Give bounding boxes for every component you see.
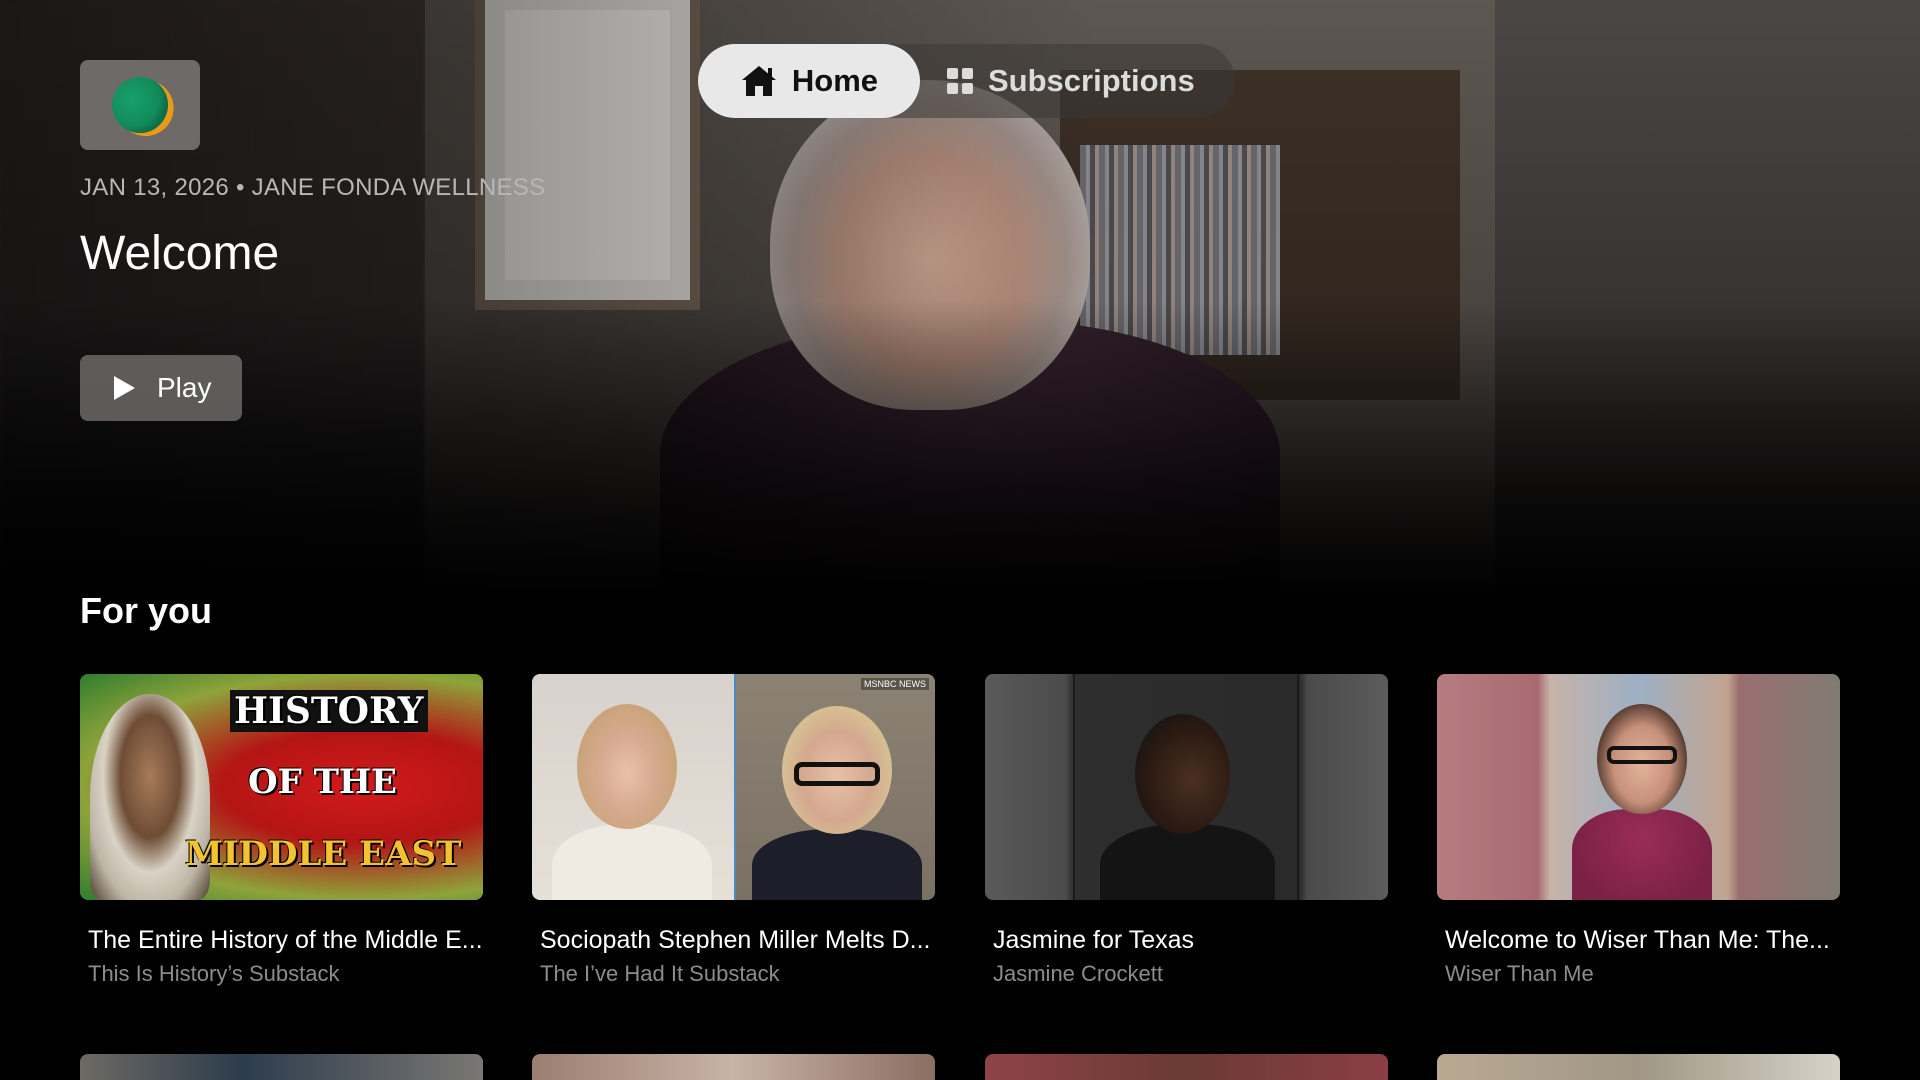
video-thumbnail-peek[interactable]	[1437, 1054, 1840, 1080]
tab-subscriptions-label: Subscriptions	[988, 63, 1195, 98]
video-thumbnail-peek[interactable]	[985, 1054, 1388, 1080]
video-channel: Wiser Than Me	[1445, 961, 1594, 986]
video-thumbnail	[985, 674, 1388, 900]
channel-logo[interactable]	[80, 60, 200, 150]
video-title: Sociopath Stephen Miller Melts D...	[540, 926, 931, 954]
thumbnail-text: MIDDLE EAST	[185, 834, 462, 874]
play-icon	[114, 376, 135, 400]
thumbnail-text: HISTORY	[230, 690, 428, 732]
video-thumbnail: MSNBC NEWS	[532, 674, 935, 900]
video-title: Welcome to Wiser Than Me: The...	[1445, 926, 1830, 954]
hero-meta: JAN 13, 2026 • JANE FONDA WELLNESS	[80, 174, 546, 201]
thumbnail-network-tag: MSNBC NEWS	[860, 678, 929, 690]
home-icon	[740, 64, 778, 98]
play-button[interactable]: Play	[80, 355, 242, 421]
video-channel: This Is History’s Substack	[88, 961, 340, 986]
video-thumbnail	[1437, 674, 1840, 900]
tab-subscriptions[interactable]: Subscriptions	[920, 44, 1235, 118]
video-title: The Entire History of the Middle E...	[88, 926, 483, 954]
tab-home-label: Home	[791, 63, 879, 98]
top-nav: Home Subscriptions	[698, 44, 1235, 118]
thumbnail-text: OF THE	[248, 762, 397, 802]
tab-home[interactable]: Home	[698, 44, 920, 118]
video-card[interactable]: Jasmine for Texas Jasmine Crockett	[985, 674, 1388, 987]
video-thumbnail: HISTORY OF THE MIDDLE EAST	[80, 674, 483, 900]
video-thumbnail-peek[interactable]	[80, 1054, 483, 1080]
thumbnail-person	[577, 704, 677, 829]
hero-shade-bottom	[0, 300, 1920, 600]
video-card[interactable]: MSNBC NEWS Sociopath Stephen Miller Melt…	[532, 674, 935, 987]
video-channel: Jasmine Crockett	[993, 961, 1163, 986]
video-card[interactable]: HISTORY OF THE MIDDLE EAST The Entire Hi…	[80, 674, 483, 987]
next-row	[80, 1054, 1840, 1080]
hero-title: Welcome	[80, 227, 280, 280]
section-title-for-you: For you	[80, 590, 212, 631]
channel-logo-icon	[107, 72, 173, 138]
video-title: Jasmine for Texas	[993, 926, 1195, 954]
video-thumbnail-peek[interactable]	[532, 1054, 935, 1080]
play-label: Play	[157, 372, 212, 403]
thumbnail-person	[1135, 714, 1230, 834]
video-channel: The I’ve Had It Substack	[540, 961, 780, 986]
app-screen: Home Subscriptions JAN 13, 2026 • JANE F…	[0, 0, 1920, 1080]
grid-icon	[946, 67, 974, 95]
video-card[interactable]: Welcome to Wiser Than Me: The... Wiser T…	[1437, 674, 1840, 987]
